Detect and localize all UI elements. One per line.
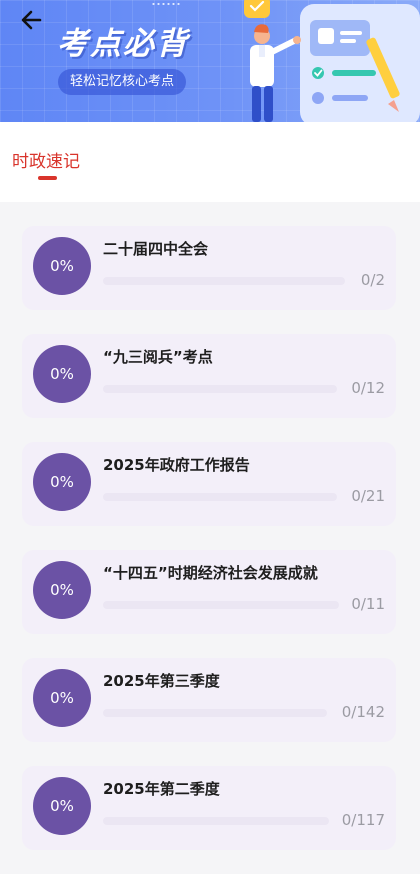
list-item[interactable]: 0% “十四五”时期经济社会发展成就 0/11	[22, 550, 396, 634]
progress-bar	[103, 385, 337, 393]
topic-title: 2025年政府工作报告	[103, 456, 250, 474]
page-title: 考点必背	[57, 26, 189, 62]
progress-circle: 0%	[33, 453, 91, 511]
list-item[interactable]: 0% 二十届四中全会 0/2	[22, 226, 396, 310]
tab-active-indicator	[38, 176, 57, 180]
back-button[interactable]	[18, 6, 46, 34]
topic-title: 2025年第二季度	[103, 780, 220, 798]
arrow-left-icon	[21, 10, 42, 30]
progress-bar	[103, 817, 329, 825]
topic-title: 二十届四中全会	[103, 240, 209, 258]
teacher-checklist-illustration	[244, 0, 420, 122]
progress-bar	[103, 493, 337, 501]
topic-title: “九三阅兵”考点	[103, 348, 213, 366]
list-item[interactable]: 0% 2025年第二季度 0/117	[22, 766, 396, 850]
list-item[interactable]: 0% 2025年政府工作报告 0/21	[22, 442, 396, 526]
topic-title: “十四五”时期经济社会发展成就	[103, 564, 318, 582]
progress-circle: 0%	[33, 561, 91, 619]
tab-bar: 时政速记	[0, 122, 420, 202]
topic-count: 0/142	[341, 703, 385, 721]
progress-circle: 0%	[33, 777, 91, 835]
topic-title: 2025年第三季度	[103, 672, 220, 690]
progress-bar	[103, 277, 345, 285]
tab-current-affairs[interactable]: 时政速记	[12, 147, 80, 172]
topic-count: 0/12	[351, 379, 385, 397]
topic-count: 0/2	[360, 271, 385, 289]
topic-count: 0/21	[351, 487, 385, 505]
progress-circle: 0%	[33, 669, 91, 727]
topic-list: 0% 二十届四中全会 0/2 0% “九三阅兵”考点 0/12 0% 2025年…	[22, 226, 396, 874]
list-item[interactable]: 0% 2025年第三季度 0/142	[22, 658, 396, 742]
progress-circle: 0%	[33, 345, 91, 403]
progress-bar	[103, 709, 327, 717]
topic-count: 0/11	[351, 595, 385, 613]
status-dots	[151, 2, 181, 6]
progress-bar	[103, 601, 339, 609]
page-subtitle-badge: 轻松记忆核心考点	[58, 69, 187, 95]
topic-count: 0/117	[341, 811, 385, 829]
list-item[interactable]: 0% “九三阅兵”考点 0/12	[22, 334, 396, 418]
progress-circle: 0%	[33, 237, 91, 295]
header-banner: 考点必背 轻松记忆核心考点	[0, 0, 420, 122]
